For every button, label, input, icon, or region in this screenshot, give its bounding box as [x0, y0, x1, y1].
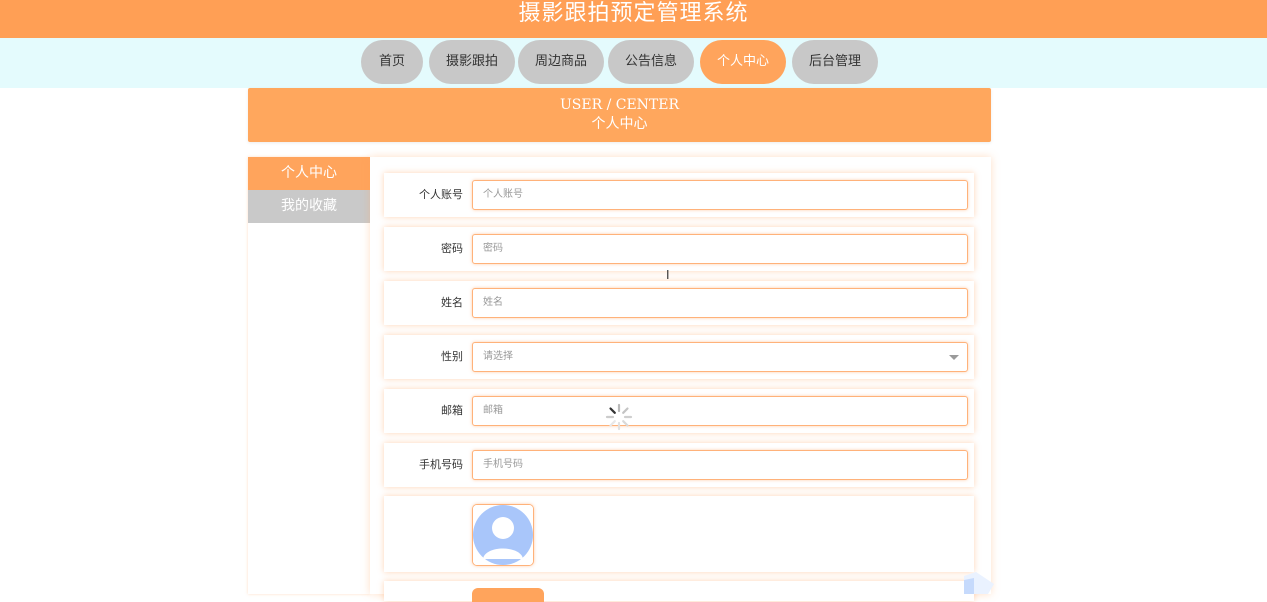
account-row: 个人账号 个人账号 — [384, 173, 974, 217]
email-input[interactable]: 邮箱 — [472, 396, 968, 426]
avatar-row — [384, 496, 974, 572]
email-placeholder: 邮箱 — [483, 405, 503, 416]
main-nav: 首页 摄影跟拍 周边商品 公告信息 个人中心 后台管理 — [0, 38, 1267, 88]
password-label: 密码 — [441, 242, 463, 255]
name-placeholder: 姓名 — [483, 297, 503, 308]
password-placeholder: 密码 — [483, 243, 503, 254]
phone-row: 手机号码 手机号码 — [384, 443, 974, 487]
phone-placeholder: 手机号码 — [483, 459, 523, 470]
nav-item-home[interactable]: 首页 — [361, 40, 423, 84]
sidebar-item-favorites[interactable]: 我的收藏 — [248, 190, 370, 223]
account-placeholder: 个人账号 — [483, 189, 523, 200]
gender-label: 性别 — [441, 350, 463, 363]
email-label: 邮箱 — [441, 404, 463, 417]
submit-row — [384, 581, 974, 602]
phone-label: 手机号码 — [419, 458, 463, 471]
page-banner: USER / CENTER 个人中心 — [248, 88, 991, 142]
account-label: 个人账号 — [419, 188, 463, 201]
gender-selected-value: 请选择 — [483, 351, 513, 362]
email-row: 邮箱 邮箱 — [384, 389, 974, 433]
nav-item-photo-follow[interactable]: 摄影跟拍 — [429, 40, 515, 84]
gender-row: 性别 请选择 — [384, 335, 974, 379]
sidebar: 个人中心 我的收藏 — [248, 157, 370, 594]
nav-item-announcements[interactable]: 公告信息 — [608, 40, 694, 84]
avatar-upload[interactable] — [472, 504, 534, 566]
name-row: 姓名 姓名 — [384, 281, 974, 325]
nav-item-merchandise[interactable]: 周边商品 — [518, 40, 604, 84]
name-label: 姓名 — [441, 296, 463, 309]
submit-button[interactable] — [472, 588, 544, 602]
password-input[interactable]: 密码 — [472, 234, 968, 264]
gender-select[interactable]: 请选择 — [472, 342, 968, 372]
loading-spinner-icon — [605, 403, 633, 431]
profile-form: 个人账号 个人账号 密码 密码 姓名 姓名 性别 请选择 邮箱 邮箱 手机号码 … — [370, 157, 991, 602]
banner-title-en: USER / CENTER — [559, 97, 680, 113]
user-avatar-icon — [473, 505, 533, 565]
text-cursor-icon: I — [666, 268, 670, 282]
phone-input[interactable]: 手机号码 — [472, 450, 968, 480]
nav-item-admin[interactable]: 后台管理 — [792, 40, 878, 84]
password-row: 密码 密码 — [384, 227, 974, 271]
name-input[interactable]: 姓名 — [472, 288, 968, 318]
chevron-down-icon — [949, 355, 959, 360]
site-header: 摄影跟拍预定管理系统 — [0, 0, 1267, 38]
nav-item-user-center[interactable]: 个人中心 — [700, 40, 786, 84]
banner-title-cn: 个人中心 — [591, 116, 648, 132]
sidebar-item-user-center[interactable]: 个人中心 — [248, 157, 370, 190]
account-input[interactable]: 个人账号 — [472, 180, 968, 210]
floating-widget-icon[interactable] — [964, 572, 994, 594]
site-title: 摄影跟拍预定管理系统 — [518, 1, 749, 26]
